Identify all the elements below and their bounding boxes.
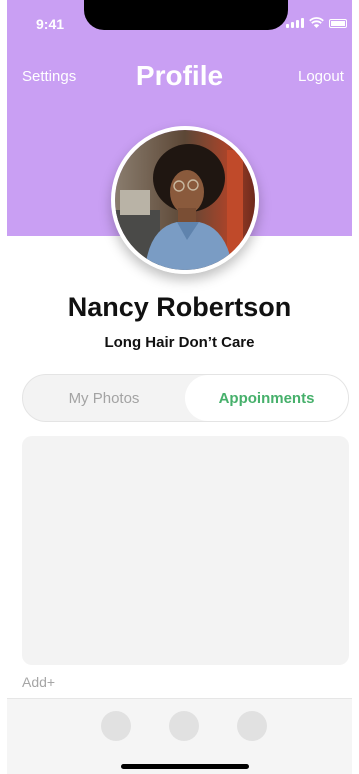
- tab-icon-3[interactable]: [237, 711, 267, 741]
- tab-appointments[interactable]: Appoinments: [185, 375, 348, 421]
- status-icons: [286, 17, 347, 28]
- avatar-photo: [115, 130, 255, 270]
- tab-my-photos[interactable]: My Photos: [23, 375, 185, 421]
- signal-icon: [286, 18, 304, 28]
- tab-icon-2[interactable]: [169, 711, 199, 741]
- add-button[interactable]: Add+: [22, 674, 55, 690]
- avatar[interactable]: [111, 126, 259, 274]
- wifi-icon: [309, 17, 324, 28]
- bottom-tab-bar: [7, 698, 352, 774]
- content-panel: [22, 436, 349, 665]
- device-notch: [84, 0, 288, 30]
- home-indicator: [121, 764, 249, 769]
- status-time: 9:41: [36, 16, 65, 32]
- battery-icon: [329, 19, 347, 28]
- logout-button[interactable]: Logout: [298, 68, 344, 85]
- segmented-control: My Photos Appoinments: [22, 374, 349, 422]
- profile-name: Nancy Robertson: [67, 292, 292, 322]
- tab-icon-1[interactable]: [101, 711, 131, 741]
- profile-bio: Long Hair Don’t Care: [104, 334, 255, 351]
